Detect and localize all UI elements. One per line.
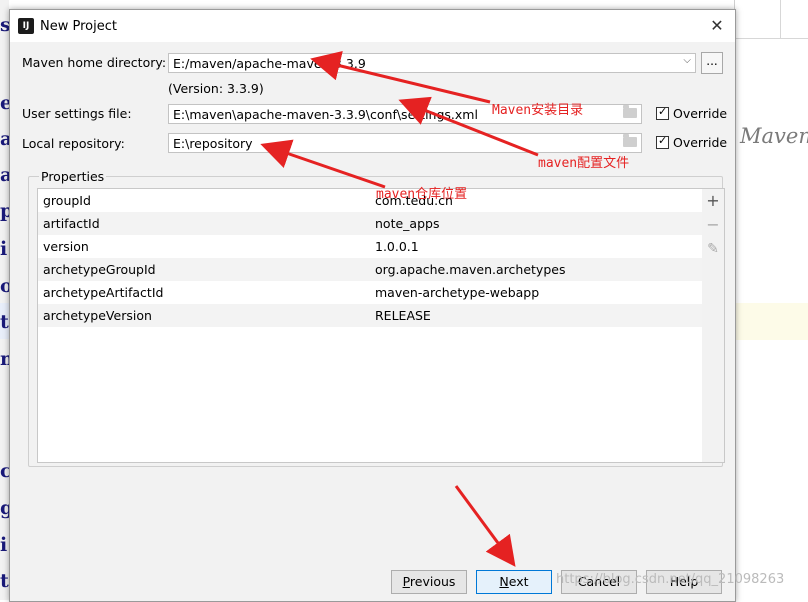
property-value: maven-archetype-webapp (375, 285, 540, 300)
maven-home-combo[interactable]: E:/maven/apache-maven-3.3.9 ⌵ (168, 53, 696, 73)
property-key: archetypeArtifactId (43, 285, 164, 300)
background-divider (736, 38, 808, 39)
property-key: archetypeGroupId (43, 262, 156, 277)
previous-button[interactable]: Previous (391, 570, 467, 594)
user-settings-label: User settings file: (22, 106, 132, 121)
new-project-dialog: IJ New Project ✕ Maven home directory: E… (9, 9, 736, 602)
background-divider (780, 0, 781, 38)
property-value: note_apps (375, 216, 440, 231)
remove-icon[interactable]: − (702, 215, 724, 234)
table-row[interactable]: version 1.0.0.1 (38, 235, 702, 258)
bg-code-char: i (0, 238, 8, 260)
settings-override-label: Override (673, 106, 728, 121)
bg-code-char: t (0, 311, 9, 333)
user-settings-value: E:\maven\apache-maven-3.3.9\conf\setting… (173, 107, 478, 122)
property-value: org.apache.maven.archetypes (375, 262, 566, 277)
bg-code-char: i (0, 534, 8, 556)
next-label: ext (508, 574, 529, 589)
annotation-maven-repo: maven仓库位置 (376, 187, 468, 202)
maven-home-label: Maven home directory: (22, 55, 167, 70)
property-value: RELEASE (375, 308, 431, 323)
property-key: archetypeVersion (43, 308, 152, 323)
table-row[interactable]: groupId com.tedu.cn (38, 189, 702, 212)
table-row[interactable]: archetypeArtifactId maven-archetype-weba… (38, 281, 702, 304)
property-value: 1.0.0.1 (375, 239, 419, 254)
background-right-highlight (736, 303, 808, 340)
settings-override-checkbox[interactable] (656, 105, 669, 120)
watermark: https://blog.csdn.net/qq_21098263 (556, 572, 785, 587)
local-repo-value: E:\repository (173, 136, 253, 151)
properties-title: Properties (39, 169, 107, 184)
property-key: version (43, 239, 89, 254)
bg-code-char: t (0, 570, 9, 592)
browse-maven-home-button[interactable]: ... (701, 52, 723, 74)
property-key: groupId (43, 193, 91, 208)
background-right-panel (734, 0, 808, 600)
annotation-maven-install: Maven安装目录 (492, 103, 584, 118)
local-repo-label: Local repository: (22, 136, 125, 151)
repo-override-checkbox[interactable] (656, 134, 669, 149)
annotation-maven-config: maven配置文件 (538, 156, 630, 171)
table-row[interactable]: archetypeGroupId org.apache.maven.archet… (38, 258, 702, 281)
dialog-title: New Project (40, 19, 117, 34)
property-key: artifactId (43, 216, 100, 231)
edit-icon[interactable]: ✎ (702, 241, 724, 257)
chevron-down-icon[interactable]: ⌵ (683, 55, 691, 66)
local-repo-field[interactable]: E:\repository (168, 133, 642, 153)
table-row[interactable]: archetypeVersion RELEASE (38, 304, 702, 327)
table-row[interactable]: artifactId note_apps (38, 212, 702, 235)
next-button[interactable]: Next (476, 570, 552, 594)
folder-icon[interactable] (623, 134, 637, 147)
properties-toolbar: + − ✎ (702, 188, 725, 463)
close-button[interactable]: ✕ (705, 14, 729, 38)
maven-home-value: E:/maven/apache-maven-3.3.9 (173, 56, 366, 71)
intellij-app-icon: IJ (18, 18, 34, 34)
folder-icon[interactable] (623, 105, 637, 118)
add-icon[interactable]: + (702, 191, 724, 210)
next-mnemonic: N (499, 574, 509, 589)
previous-mnemonic: P (402, 574, 410, 589)
dialog-titlebar[interactable]: IJ New Project ✕ (10, 10, 735, 42)
maven-version-text: (Version: 3.3.9) (168, 81, 264, 96)
previous-label: revious (409, 574, 456, 589)
repo-override-label: Override (673, 135, 728, 150)
properties-table[interactable]: groupId com.tedu.cn artifactId note_apps… (37, 188, 703, 463)
background-maven-text: Maven (740, 124, 808, 148)
